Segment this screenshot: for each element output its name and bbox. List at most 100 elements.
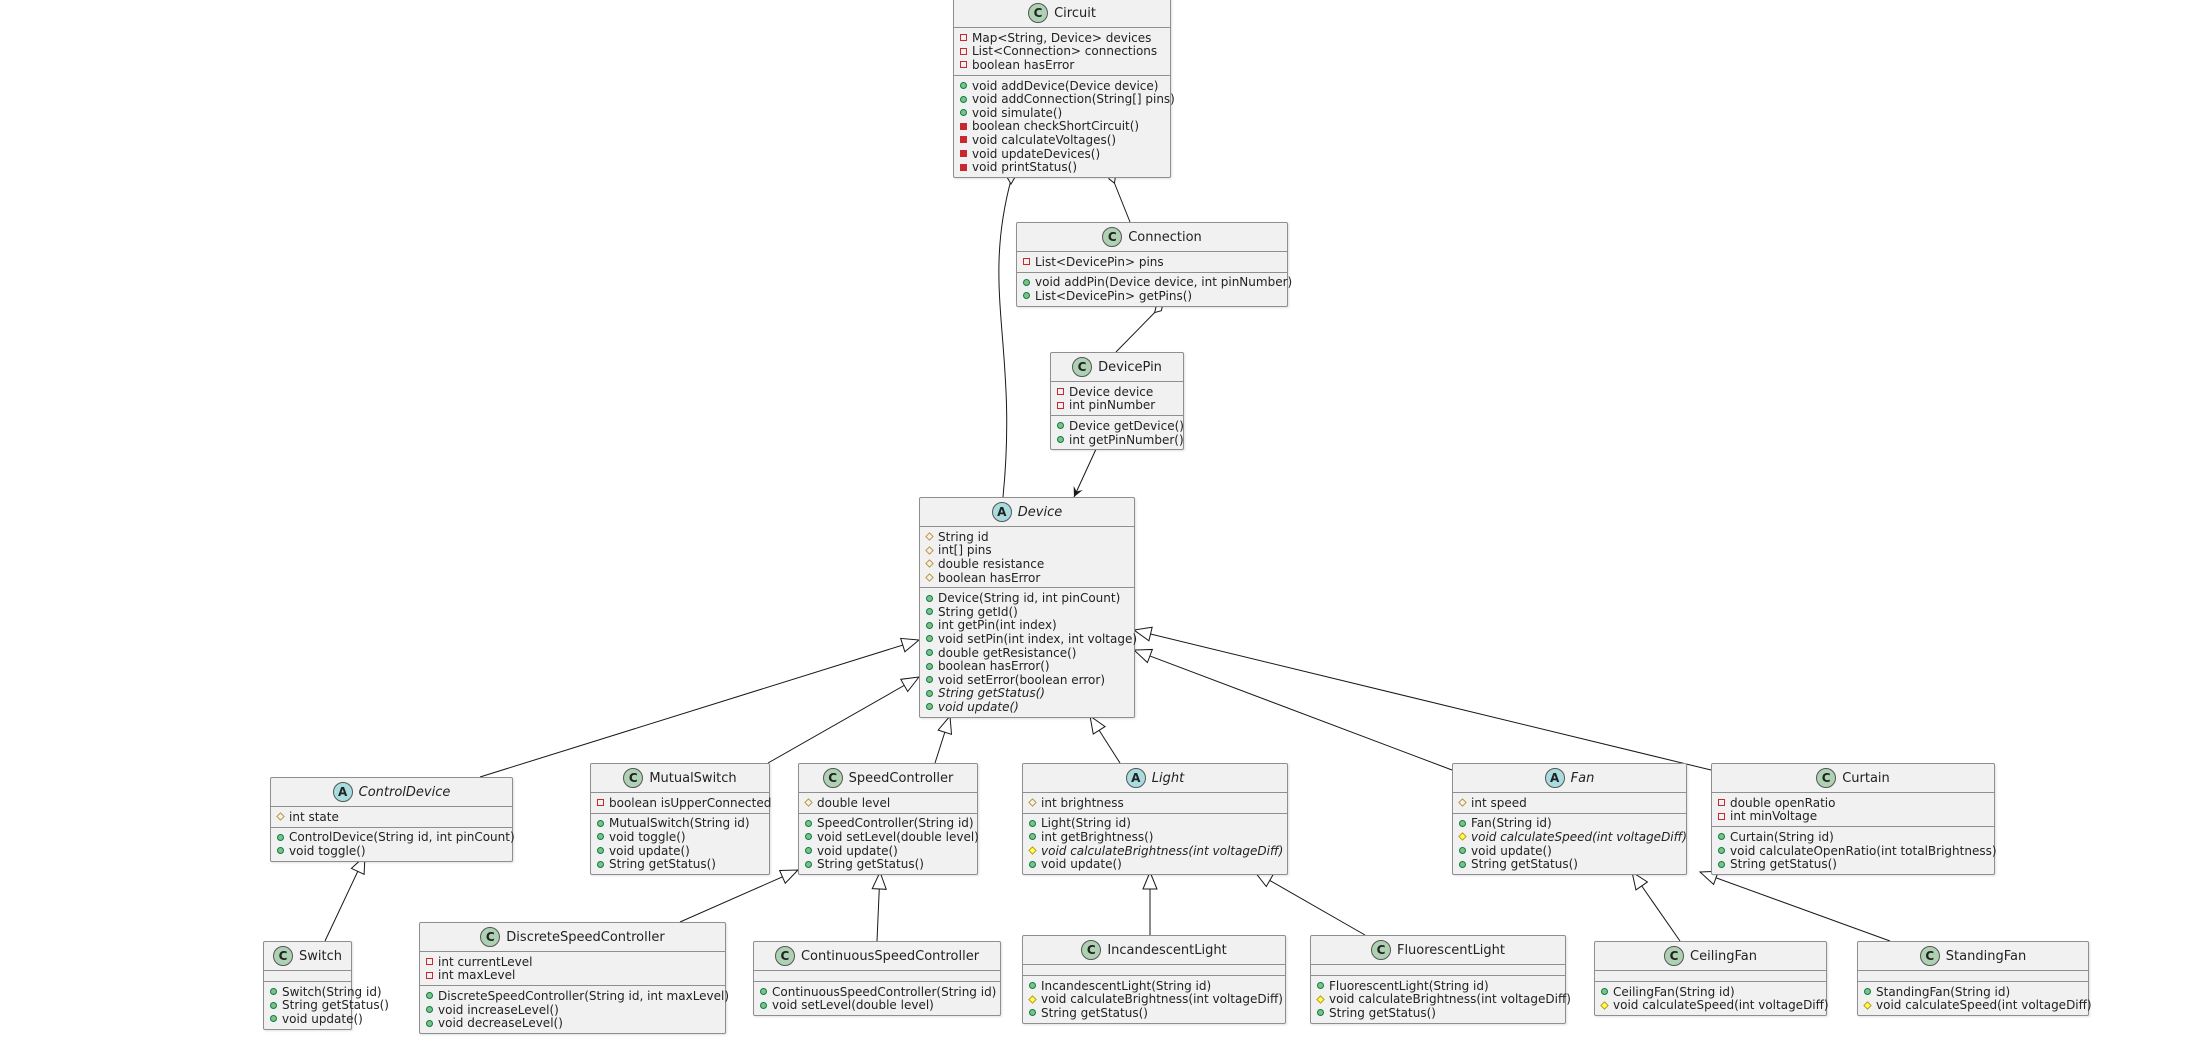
method: boolean checkShortCircuit() — [960, 119, 1164, 133]
class-connection[interactable]: C Connection List<DevicePin> pins void add… — [1016, 222, 1292, 307]
relation-line — [479, 639, 920, 778]
class-standing-fan[interactable]: C StandingFan StandingFan(String id) void … — [1857, 941, 2092, 1017]
public-visibility-icon — [1029, 982, 1036, 990]
class-name: Switch — [299, 948, 342, 964]
method-text: void addDevice(Device device) — [972, 78, 1159, 93]
method: void update() — [597, 844, 763, 858]
field-text: int pinNumber — [1069, 398, 1156, 413]
method-text: void update() — [609, 843, 690, 858]
class-discrete-speed-controller[interactable]: C DiscreteSpeedController int currentLeve… — [419, 922, 729, 1034]
method: void calculateSpeed(int voltageDiff) — [1863, 998, 2092, 1012]
class-fluorescent-light[interactable]: C FluorescentLight FluorescentLight(Strin… — [1310, 935, 1571, 1024]
methods-section: FluorescentLight(String id) void calculat… — [1311, 976, 1571, 1023]
method-text: double getResistance() — [938, 645, 1077, 660]
fields-section: double level — [799, 793, 977, 814]
class-header: C FluorescentLight — [1311, 936, 1565, 965]
relation-line — [679, 869, 799, 923]
public-visibility-icon — [1023, 278, 1030, 286]
class-continuous-speed-controller[interactable]: C ContinuousSpeedController ContinuousSpe… — [753, 941, 1001, 1017]
method: Curtain(String id) — [1718, 830, 1988, 844]
class-header: A ControlDevice — [271, 778, 512, 807]
class-mutual-switch[interactable]: C MutualSwitch boolean isUpperConnected Mu… — [590, 763, 771, 875]
method-text: Fan(String id) — [1471, 816, 1552, 831]
method: String getStatus() — [926, 686, 1128, 700]
class-circuit[interactable]: C Circuit Map<String, Device> devices List… — [953, 0, 1175, 178]
method: String getStatus() — [597, 857, 763, 871]
public-visibility-icon — [926, 703, 933, 711]
method-text: void printStatus() — [972, 160, 1078, 175]
public-visibility-icon — [1718, 860, 1725, 868]
class-device-pin[interactable]: C DevicePin Device device int pinNumber Dev… — [1050, 352, 1184, 451]
methods-section: DiscreteSpeedController(String id, int m… — [420, 986, 729, 1033]
field: List<DevicePin> pins — [1023, 255, 1281, 269]
method-text: Device(String id, int pinCount) — [938, 591, 1121, 606]
public-visibility-icon — [597, 833, 604, 841]
private-visibility-icon — [960, 150, 967, 158]
field: boolean hasError — [960, 58, 1164, 72]
class-curtain[interactable]: C Curtain double openRatio int minVoltage C… — [1711, 763, 1997, 875]
method-text: void decreaseLevel() — [438, 1016, 563, 1031]
public-visibility-icon — [426, 1019, 433, 1027]
public-visibility-icon — [1057, 422, 1064, 430]
method: String getStatus() — [270, 998, 389, 1012]
method: void setError(boolean error) — [926, 673, 1128, 687]
method-text: void update() — [1471, 843, 1552, 858]
class-header: C Circuit — [954, 0, 1170, 28]
class-name: Curtain — [1842, 770, 1890, 786]
field-text: int maxLevel — [438, 968, 516, 983]
class-light[interactable]: A Light int brightness Light(String id) int… — [1022, 763, 1288, 875]
class-header: C StandingFan — [1858, 942, 2088, 971]
method: void calculateBrightness(int voltageDiff… — [1028, 844, 1283, 858]
class-header: C Curtain — [1712, 764, 1994, 793]
field: Map<String, Device> devices — [960, 31, 1164, 45]
method-text: void setLevel(double level) — [772, 998, 934, 1013]
abstract-badge-icon: A — [1125, 768, 1146, 788]
relation-line — [998, 179, 1012, 498]
class-device[interactable]: A Device String id int[] pins double resist… — [919, 497, 1137, 718]
public-visibility-icon — [1718, 847, 1725, 855]
class-fan[interactable]: A Fan int speed Fan(String id) void calcula… — [1452, 763, 1687, 875]
public-visibility-icon — [426, 992, 433, 1000]
method: double getResistance() — [926, 646, 1128, 660]
fields-section: int speed — [1453, 793, 1686, 814]
relation-line — [1133, 629, 1712, 771]
class-ceiling-fan[interactable]: C CeilingFan CeilingFan(String id) void ca… — [1594, 941, 1829, 1017]
method-text: FluorescentLight(String id) — [1329, 978, 1489, 993]
method-text: String getId() — [938, 604, 1018, 619]
class-incandescent-light[interactable]: C IncandescentLight IncandescentLight(Str… — [1022, 935, 1286, 1024]
public-visibility-icon — [270, 1001, 277, 1009]
methods-section: StandingFan(String id) void calculateSpee… — [1858, 982, 2092, 1015]
public-visibility-icon — [926, 594, 933, 602]
field-text: double resistance — [938, 556, 1045, 571]
method: Device getDevice() — [1057, 419, 1184, 433]
fields-section: int brightness — [1023, 793, 1287, 814]
class-name: SpeedController — [848, 770, 954, 786]
method: DiscreteSpeedController(String id, int m… — [426, 989, 729, 1003]
class-header: C IncandescentLight — [1023, 936, 1285, 965]
private-visibility-icon — [426, 971, 433, 979]
method-text: List<DevicePin> getPins() — [1035, 288, 1193, 303]
class-control-device[interactable]: A ControlDevice int state ControlDevice(St… — [270, 777, 515, 862]
field: double resistance — [925, 556, 1128, 571]
method-text: void update() — [817, 843, 898, 858]
private-visibility-icon — [426, 958, 433, 966]
method: void simulate() — [960, 106, 1164, 120]
public-visibility-icon — [760, 1001, 767, 1009]
method-text: CeilingFan(String id) — [1613, 984, 1735, 999]
class-speed-controller[interactable]: C SpeedController double level SpeedContro… — [798, 763, 979, 875]
method-text: void updateDevices() — [972, 146, 1101, 161]
public-visibility-icon — [760, 988, 767, 996]
method-text: SpeedController(String id) — [817, 816, 974, 831]
methods-section: ControlDevice(String id, int pinCount) vo… — [271, 828, 515, 861]
method-text: void toggle() — [609, 829, 686, 844]
field-text: double level — [817, 795, 891, 810]
public-visibility-icon — [926, 608, 933, 616]
class-switch[interactable]: C Switch Switch(String id) String getStatu… — [263, 941, 389, 1030]
class-name: StandingFan — [1945, 948, 2027, 964]
field-text: String id — [938, 529, 989, 544]
fields-section — [1595, 971, 1826, 982]
fields-section: int currentLevel int maxLevel — [420, 952, 725, 987]
method-text: void setError(boolean error) — [938, 672, 1106, 687]
relation-line — [1254, 871, 1366, 936]
private-visibility-icon — [1057, 401, 1064, 409]
